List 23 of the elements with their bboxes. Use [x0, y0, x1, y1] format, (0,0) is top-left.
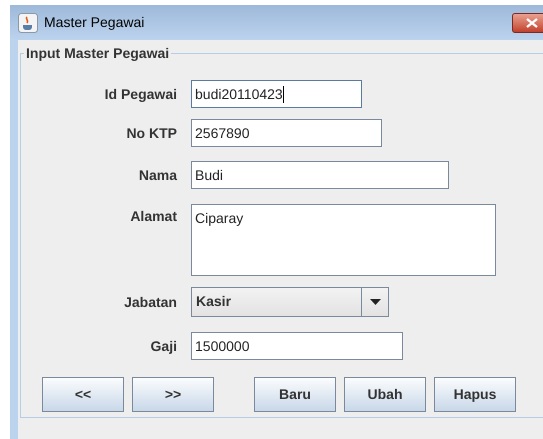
action-button[interactable]: <<: [42, 377, 124, 412]
dropdown-arrow-icon: [370, 299, 380, 305]
action-button[interactable]: >>: [132, 377, 214, 412]
text-area[interactable]: Ciparay: [191, 204, 496, 276]
text-field[interactable]: Budi: [191, 161, 449, 189]
action-button[interactable]: Ubah: [344, 377, 426, 412]
text-field[interactable]: 1500000: [191, 332, 403, 360]
text-field[interactable]: 2567890: [191, 119, 382, 147]
window-title: Master Pegawai: [44, 13, 144, 32]
dropdown[interactable]: Kasir: [191, 287, 389, 317]
field-label: Jabatan: [124, 292, 177, 312]
field-label: Alamat: [130, 207, 177, 226]
text-field[interactable]: budi20110423: [191, 80, 362, 108]
field-label: No KTP: [126, 124, 177, 142]
action-button[interactable]: Baru: [254, 377, 336, 412]
close-button[interactable]: [512, 12, 543, 32]
close-icon: [526, 18, 538, 28]
field-label: Id Pegawai: [104, 84, 177, 104]
action-button[interactable]: Hapus: [434, 377, 516, 412]
coffee-cup-icon: [18, 12, 38, 32]
text-cursor: [282, 86, 284, 102]
field-label: Nama: [138, 166, 177, 184]
field-label: Gaji: [150, 336, 177, 356]
